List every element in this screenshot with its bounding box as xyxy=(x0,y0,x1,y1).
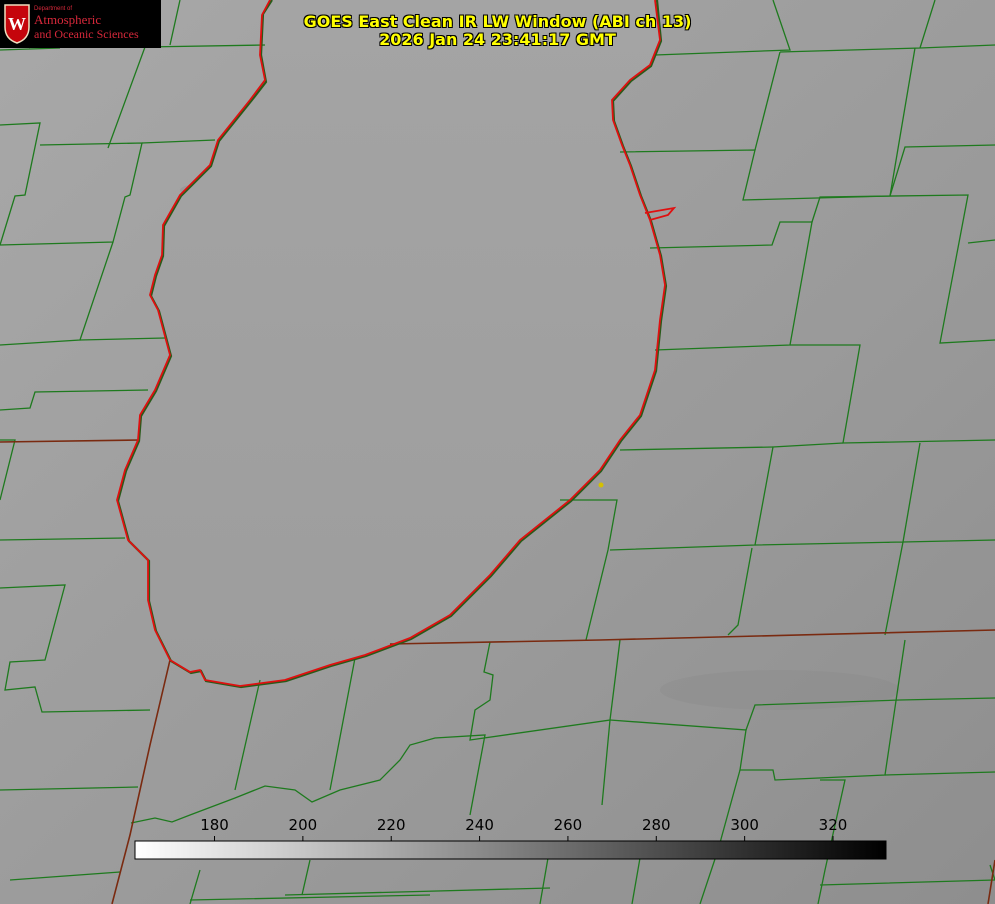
image-title: GOES East Clean IR LW Window (ABI ch 13) xyxy=(303,12,692,31)
satellite-map-view[interactable]: W Department of Atmospheric and Oceanic … xyxy=(0,0,995,904)
satellite-ir-map xyxy=(0,0,995,904)
image-timestamp: 2026 Jan 24 23:41:17 GMT xyxy=(379,30,616,49)
station-marker[interactable] xyxy=(598,482,604,488)
